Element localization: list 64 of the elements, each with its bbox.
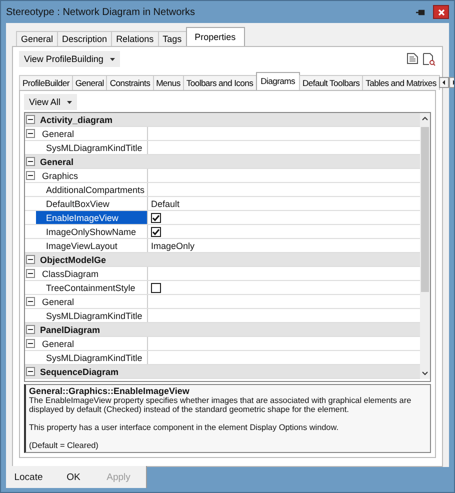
- property-name[interactable]: EnableImageView: [36, 211, 148, 224]
- scrollbar[interactable]: [420, 113, 430, 379]
- close-icon: [438, 8, 444, 16]
- description-title: General::Graphics::EnableImageView: [29, 386, 190, 396]
- category-label: Activity_diagram: [39, 114, 113, 124]
- property-name[interactable]: SysMLDiagramKindTitle: [36, 141, 148, 154]
- pin-icon[interactable]: [416, 8, 425, 16]
- collapse-icon[interactable]: [26, 157, 35, 166]
- view-dropdown[interactable]: View All: [24, 94, 78, 110]
- property-name[interactable]: SysMLDiagramKindTitle: [36, 351, 148, 364]
- scroll-left-icon[interactable]: [438, 77, 449, 88]
- property-name[interactable]: SysMLDiagramKindTitle: [36, 309, 148, 322]
- property-value[interactable]: ImageOnly: [151, 240, 195, 250]
- caret-icon: [67, 100, 72, 104]
- property-name[interactable]: ImageOnlyShowName: [36, 225, 148, 238]
- tab[interactable]: Diagrams: [256, 72, 300, 90]
- document-search-icon[interactable]: [422, 52, 436, 66]
- description-text: The EnableImageView property specifies whether images that are associated with graphical elements are displayed by default (Checked) instead of the standard geometric shape for the element.: [29, 396, 412, 414]
- group-label: Graphics: [36, 169, 148, 182]
- group-label: General: [36, 295, 148, 308]
- property-name[interactable]: AdditionalCompartments: [36, 183, 148, 196]
- profile-dropdown[interactable]: View ProfileBuilding: [19, 51, 120, 67]
- description-text: (Default = Cleared): [29, 441, 100, 450]
- group-label: General: [36, 337, 148, 350]
- close-button[interactable]: [433, 5, 449, 19]
- collapse-icon[interactable]: [26, 115, 35, 124]
- tab[interactable]: General: [72, 75, 108, 90]
- tab[interactable]: Toolbars and Icons: [182, 75, 257, 90]
- property-name[interactable]: ImageViewLayout: [36, 239, 148, 252]
- tab[interactable]: Tags: [158, 31, 187, 46]
- collapse-icon[interactable]: [26, 269, 35, 278]
- property-name[interactable]: DefaultBoxView: [36, 197, 148, 210]
- property-name[interactable]: TreeContainmentStyle: [36, 281, 148, 294]
- category-label: SequenceDiagram: [39, 366, 119, 376]
- tab[interactable]: ProfileBuilder: [19, 75, 73, 90]
- tab[interactable]: Description: [57, 31, 112, 46]
- category-label: PanelDiagram: [39, 324, 100, 334]
- collapse-icon[interactable]: [26, 129, 35, 138]
- category-label: ObjectModelGe: [39, 254, 106, 264]
- group-label: General: [36, 127, 148, 140]
- collapse-icon[interactable]: [26, 367, 35, 376]
- tab[interactable]: Properties: [186, 27, 245, 46]
- dialog-button[interactable]: Locate: [6, 470, 51, 484]
- tab[interactable]: Tables and Matrixes: [362, 75, 440, 90]
- collapse-icon[interactable]: [26, 255, 35, 264]
- group-label: ClassDiagram: [36, 267, 148, 280]
- tab[interactable]: Constraints: [106, 75, 154, 90]
- tab[interactable]: General: [16, 31, 58, 46]
- document-icon[interactable]: [406, 52, 419, 65]
- window-title: Stereotype : Network Diagram in Networks: [6, 6, 196, 18]
- checkbox[interactable]: [151, 226, 161, 236]
- description-text: This property has a user interface component in the element Display Options window.: [29, 423, 340, 432]
- dialog-button[interactable]: OK: [51, 470, 96, 484]
- checkbox[interactable]: [151, 282, 161, 292]
- collapse-icon[interactable]: [26, 297, 35, 306]
- tab[interactable]: Default Toolbars: [299, 75, 364, 90]
- collapse-icon[interactable]: [26, 171, 35, 180]
- checkbox[interactable]: [151, 212, 161, 222]
- collapse-icon[interactable]: [26, 339, 35, 348]
- category-label: General: [39, 156, 74, 166]
- caret-icon: [110, 58, 116, 60]
- collapse-icon[interactable]: [26, 325, 35, 334]
- tab[interactable]: Menus: [152, 75, 184, 90]
- property-value[interactable]: Default: [151, 198, 180, 208]
